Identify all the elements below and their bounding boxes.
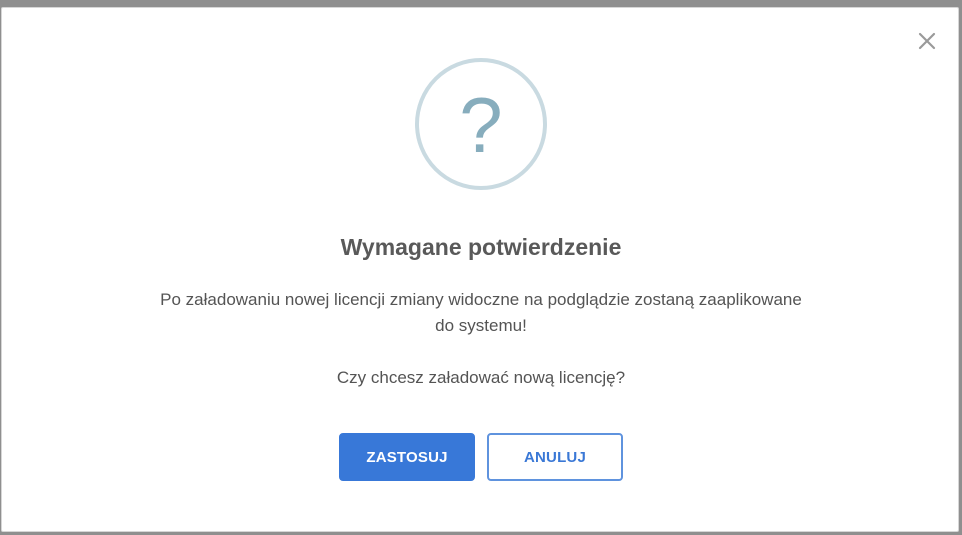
close-icon	[918, 32, 936, 50]
message-line-1: Po załadowaniu nowej licencji zmiany wid…	[160, 290, 802, 309]
dialog-message-text: Po załadowaniu nowej licencji zmiany wid…	[2, 287, 960, 339]
confirmation-dialog: ? Wymagane potwierdzenie Po załadowaniu …	[1, 7, 959, 532]
dialog-message: Po załadowaniu nowej licencji zmiany wid…	[2, 287, 960, 391]
apply-button[interactable]: ZASTOSUJ	[339, 433, 475, 481]
cancel-button[interactable]: ANULUJ	[487, 433, 623, 481]
question-mark-icon: ?	[415, 58, 547, 190]
dialog-title: Wymagane potwierdzenie	[340, 234, 622, 260]
question-glyph: ?	[459, 81, 503, 169]
message-line-2: do systemu!	[435, 316, 527, 335]
dialog-question: Czy chcesz załadować nową licencję?	[336, 368, 626, 387]
close-button[interactable]	[916, 30, 938, 52]
dialog-actions: ZASTOSUJ ANULUJ	[2, 433, 960, 481]
